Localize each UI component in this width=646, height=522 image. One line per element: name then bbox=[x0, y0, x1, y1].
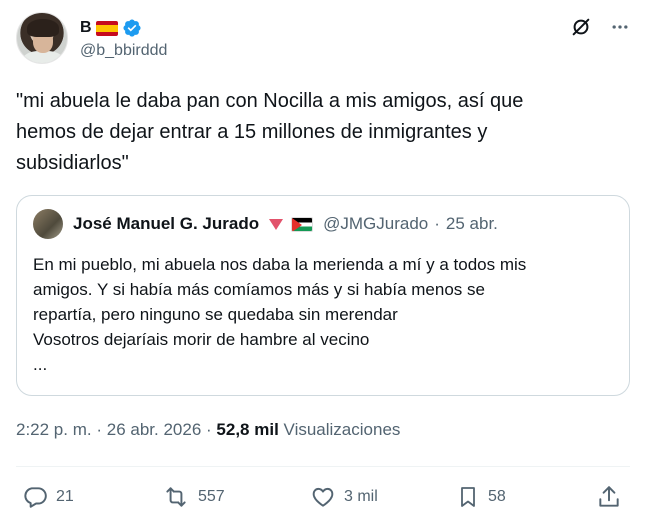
separator-dot: · bbox=[434, 214, 440, 233]
quoted-tweet-text: En mi pueblo, mi abuela nos daba la meri… bbox=[33, 255, 527, 374]
repost-button[interactable]: 557 bbox=[162, 482, 225, 512]
views-label: Visualizaciones bbox=[283, 420, 401, 439]
tweet-text: "mi abuela le daba pan con Nocilla a mis… bbox=[16, 90, 524, 174]
tweet-meta: 2:22 p. m. · 26 abr. 2026 · 52,8 mil Vis… bbox=[16, 420, 400, 440]
meta-separator: · bbox=[96, 420, 103, 439]
share-icon bbox=[599, 486, 619, 507]
quoted-author-handle[interactable]: @JMGJurado bbox=[323, 214, 428, 234]
quoted-author-avatar[interactable] bbox=[33, 209, 63, 239]
repost-icon bbox=[166, 487, 186, 507]
quoted-author-name[interactable]: José Manuel G. Jurado bbox=[73, 214, 259, 234]
repost-count: 557 bbox=[198, 488, 225, 505]
reply-icon bbox=[24, 487, 47, 508]
verified-badge-icon[interactable] bbox=[122, 18, 142, 38]
divider bbox=[16, 466, 630, 467]
red-triangle-icon bbox=[269, 218, 284, 230]
quoted-tweet[interactable]: José Manuel G. Jurado @JMGJurado · 25 ab… bbox=[16, 195, 630, 396]
bookmark-button[interactable]: 58 bbox=[456, 482, 506, 512]
meta-separator: · bbox=[206, 420, 212, 439]
like-count: 3 mil bbox=[344, 488, 378, 505]
share-button[interactable] bbox=[596, 482, 622, 512]
like-button[interactable]: 3 mil bbox=[310, 482, 378, 512]
bookmark-icon bbox=[461, 487, 475, 507]
reply-count: 21 bbox=[56, 488, 74, 505]
heart-icon bbox=[312, 487, 334, 507]
palestine-flag-icon bbox=[291, 216, 314, 232]
more-options-icon[interactable] bbox=[610, 17, 630, 37]
grok-icon[interactable] bbox=[570, 16, 592, 38]
tweet-date[interactable]: 26 abr. 2026 bbox=[107, 420, 202, 439]
tweet-actions: 21 557 3 mil 58 bbox=[16, 482, 630, 512]
author-display-name[interactable]: B bbox=[80, 19, 92, 37]
views-count: 52,8 mil bbox=[216, 420, 279, 439]
reply-button[interactable]: 21 bbox=[22, 482, 74, 512]
tweet-time[interactable]: 2:22 p. m. bbox=[16, 420, 92, 439]
tweet-header: B @b_bbirddd bbox=[16, 12, 630, 68]
author-handle[interactable]: @b_bbirddd bbox=[80, 42, 167, 60]
quoted-tweet-date[interactable]: 25 abr. bbox=[446, 214, 498, 234]
author-name-row: B bbox=[80, 17, 142, 39]
spain-flag-icon bbox=[95, 20, 118, 36]
quoted-tweet-header: José Manuel G. Jurado @JMGJurado · 25 ab… bbox=[33, 209, 498, 239]
tweet-top-actions bbox=[570, 16, 630, 38]
bookmark-count: 58 bbox=[488, 488, 506, 505]
author-avatar[interactable] bbox=[16, 12, 68, 64]
